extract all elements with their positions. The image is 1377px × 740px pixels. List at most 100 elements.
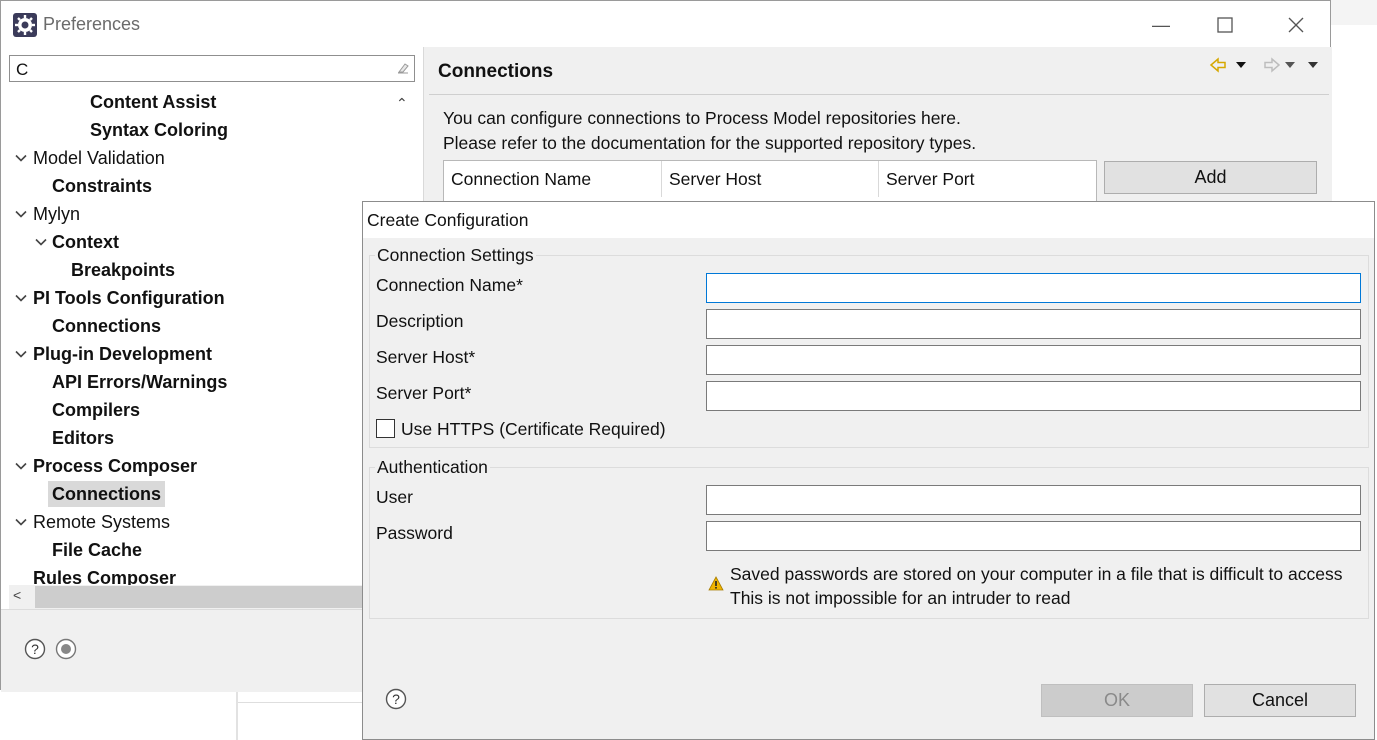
- tree-item[interactable]: Compilers: [1, 397, 389, 425]
- scroll-up-icon[interactable]: ⌃: [396, 95, 408, 112]
- tree-item-label: Model Validation: [33, 148, 165, 168]
- connection-settings-heading: Connection Settings: [375, 245, 536, 266]
- tree-horizontal-scrollbar[interactable]: <: [9, 585, 415, 609]
- expand-chevron-icon[interactable]: [15, 145, 29, 172]
- column-header-server-port[interactable]: Server Port: [879, 161, 1096, 197]
- server-port-label: Server Port*: [376, 383, 472, 403]
- expand-chevron-icon[interactable]: [15, 509, 29, 536]
- tree-item[interactable]: Remote Systems: [1, 509, 389, 537]
- tree-item-label: Compilers: [52, 400, 141, 420]
- description-field[interactable]: [706, 309, 1361, 339]
- forward-arrow-icon[interactable]: [1264, 57, 1281, 73]
- authentication-heading: Authentication: [375, 457, 490, 478]
- column-header-connection-name[interactable]: Connection Name: [444, 161, 662, 197]
- tree-item-label: Plug-in Development: [33, 344, 213, 364]
- title-bar: Preferences —: [1, 1, 1330, 47]
- view-menu-icon[interactable]: [1308, 62, 1318, 68]
- tree-item[interactable]: Mylyn: [1, 201, 389, 229]
- tree-item[interactable]: API Errors/Warnings: [1, 369, 389, 397]
- minimize-button[interactable]: —: [1141, 11, 1181, 39]
- horizontal-scroll-thumb[interactable]: [35, 586, 365, 608]
- tree-item[interactable]: Connections: [1, 313, 389, 341]
- add-button[interactable]: Add: [1104, 161, 1317, 194]
- page-navigation: [1209, 55, 1319, 80]
- expand-chevron-icon[interactable]: [15, 341, 29, 368]
- page-description-line-1: You can configure connections to Process…: [443, 108, 961, 128]
- tree-item-label: Connections: [48, 481, 166, 507]
- server-port-field[interactable]: [706, 381, 1361, 411]
- connections-table[interactable]: Connection Name Server Host Server Port: [443, 160, 1097, 206]
- tree-item[interactable]: Editors: [1, 425, 389, 453]
- tree-item[interactable]: Context: [1, 229, 389, 257]
- warning-icon: [708, 576, 724, 591]
- tree-item[interactable]: PI Tools Configuration: [1, 285, 389, 313]
- tree-item-label: Content Assist: [90, 92, 217, 112]
- page-title: Connections: [438, 61, 554, 82]
- user-field[interactable]: [706, 485, 1361, 515]
- tree-item-label: Syntax Coloring: [90, 120, 229, 140]
- cancel-button[interactable]: Cancel: [1204, 684, 1356, 717]
- tree-item-label: Connections: [52, 316, 162, 336]
- close-button[interactable]: [1276, 11, 1316, 39]
- column-header-server-host[interactable]: Server Host: [662, 161, 879, 197]
- tree-item-label: Process Composer: [33, 456, 198, 476]
- password-warning-line-1: Saved passwords are stored on your compu…: [730, 564, 1343, 584]
- tree-item[interactable]: Syntax Coloring: [1, 117, 389, 145]
- description-label: Description: [376, 311, 464, 331]
- tree-item-label: Context: [52, 232, 119, 252]
- back-menu-icon[interactable]: [1236, 62, 1246, 68]
- dialog-help-icon[interactable]: ?: [385, 688, 407, 710]
- tree-item[interactable]: File Cache: [1, 537, 389, 565]
- window-title: Preferences: [43, 14, 141, 34]
- user-label: User: [376, 487, 413, 507]
- import-export-icon[interactable]: [55, 638, 77, 660]
- tree-item-label: File Cache: [52, 540, 143, 560]
- expand-chevron-icon[interactable]: [35, 229, 49, 256]
- create-configuration-dialog: Create Configuration Connection Settings…: [362, 201, 1375, 740]
- ok-button[interactable]: OK: [1041, 684, 1193, 717]
- password-field[interactable]: [706, 521, 1361, 551]
- clear-filter-icon[interactable]: [396, 61, 410, 75]
- page-description-line-2: Please refer to the documentation for th…: [443, 133, 977, 153]
- tree-item-label: Mylyn: [33, 204, 81, 224]
- filter-input[interactable]: C: [9, 55, 415, 82]
- forward-menu-icon[interactable]: [1285, 62, 1295, 68]
- tree-item[interactable]: Content Assist: [1, 89, 389, 117]
- connection-name-field[interactable]: [706, 273, 1361, 303]
- dialog-title: Create Configuration: [367, 210, 529, 230]
- help-icon[interactable]: ?: [24, 638, 46, 660]
- use-https-checkbox[interactable]: [376, 419, 395, 438]
- expand-chevron-icon[interactable]: [15, 201, 29, 228]
- tree-item-label: Editors: [52, 428, 115, 448]
- tree-item[interactable]: Model Validation: [1, 145, 389, 173]
- tree-item-label: Rules Composer: [33, 568, 177, 585]
- server-host-field[interactable]: [706, 345, 1361, 375]
- close-icon: [1288, 17, 1304, 33]
- use-https-label[interactable]: Use HTTPS (Certificate Required): [401, 419, 666, 440]
- background-window-strip: [1331, 0, 1377, 25]
- dialog-title-bar: Create Configuration: [363, 202, 1374, 238]
- tree-item[interactable]: Connections: [1, 481, 389, 509]
- password-warning-line-2: This is not impossible for an intruder t…: [730, 588, 1071, 608]
- tree-item[interactable]: Plug-in Development: [1, 341, 389, 369]
- tree-item[interactable]: Rules Composer: [1, 565, 389, 585]
- password-label: Password: [376, 523, 453, 543]
- back-arrow-icon[interactable]: [1209, 57, 1226, 73]
- scroll-left-icon[interactable]: <: [13, 587, 21, 603]
- connection-name-label: Connection Name*: [376, 275, 523, 295]
- tree-item-label: PI Tools Configuration: [33, 288, 225, 308]
- svg-text:?: ?: [392, 691, 400, 707]
- expand-chevron-icon[interactable]: [15, 285, 29, 312]
- filter-input-value: C: [16, 60, 29, 79]
- tree-item-label: API Errors/Warnings: [52, 372, 228, 392]
- title-divider: [429, 94, 1329, 95]
- tree-item-label: Constraints: [52, 176, 153, 196]
- eclipse-gear-icon: [13, 13, 37, 37]
- tree-item[interactable]: Process Composer: [1, 453, 389, 481]
- expand-chevron-icon[interactable]: [15, 453, 29, 480]
- svg-text:?: ?: [31, 641, 39, 657]
- server-host-label: Server Host*: [376, 347, 476, 367]
- tree-item[interactable]: Breakpoints: [1, 257, 389, 285]
- tree-item[interactable]: Constraints: [1, 173, 389, 201]
- maximize-button[interactable]: [1205, 11, 1245, 39]
